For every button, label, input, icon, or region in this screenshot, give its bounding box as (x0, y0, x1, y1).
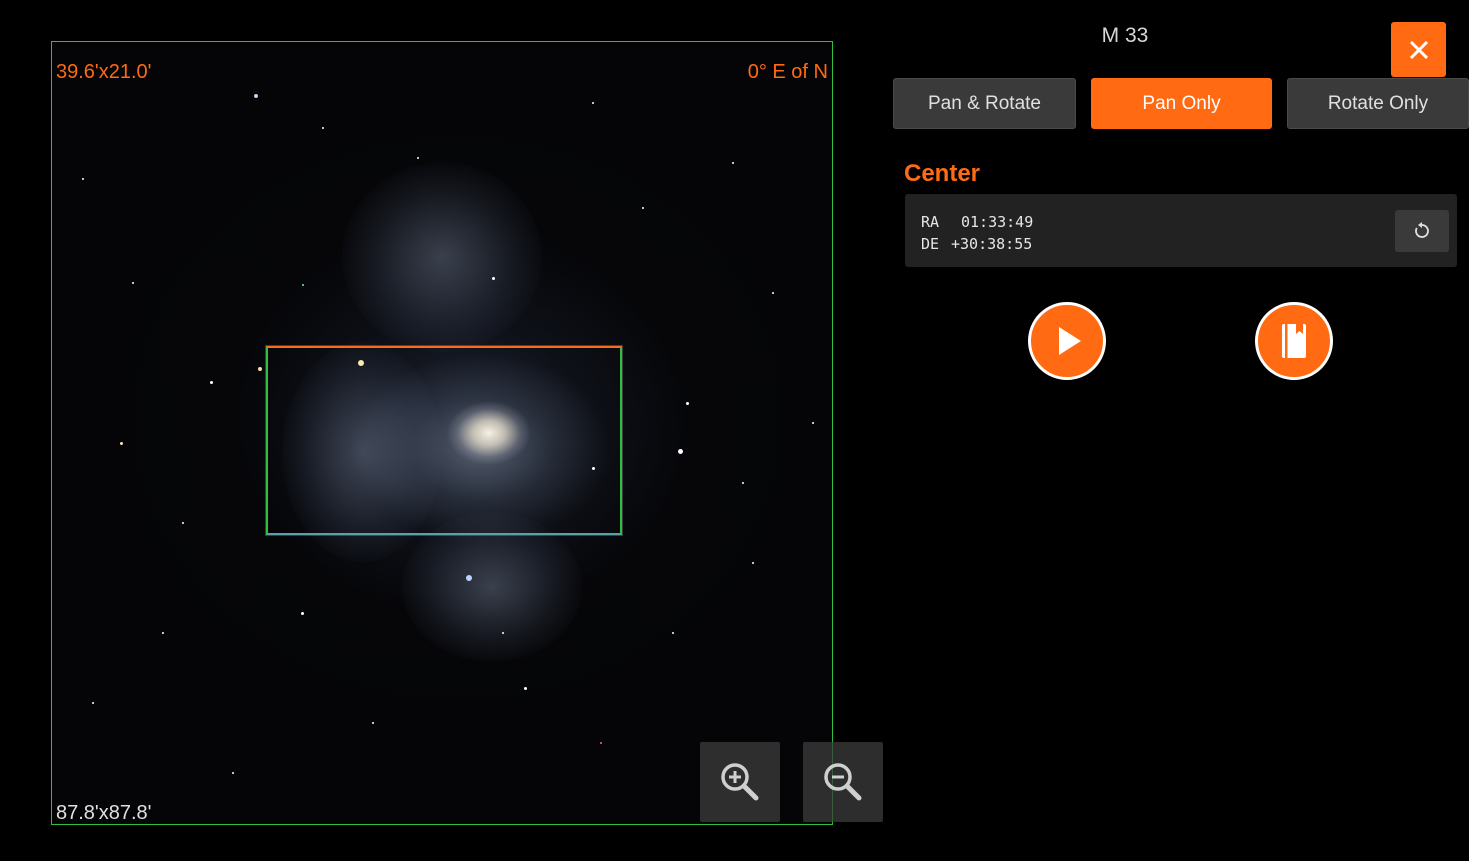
star (732, 162, 734, 164)
star (210, 381, 213, 384)
star (600, 742, 602, 744)
play-icon (1059, 327, 1081, 355)
star (492, 277, 495, 280)
close-icon (1409, 40, 1428, 59)
star (82, 178, 84, 180)
star (524, 687, 527, 690)
star (232, 772, 234, 774)
camera-fov-frame[interactable] (266, 346, 622, 535)
star (182, 522, 184, 524)
ra-label: RA (921, 213, 940, 231)
galaxy-arm (342, 162, 542, 352)
zoom-in-icon (721, 763, 759, 801)
star (258, 367, 262, 371)
star (502, 632, 504, 634)
star (752, 562, 754, 564)
star (132, 282, 134, 284)
star (466, 575, 472, 581)
fov-size-label: 39.6'x21.0' (56, 61, 152, 83)
star (642, 207, 644, 209)
star (372, 722, 374, 724)
star (302, 284, 304, 286)
object-title: M 33 (1101, 24, 1149, 47)
star (322, 127, 324, 129)
rotate-only-button[interactable]: Rotate Only (1287, 78, 1469, 129)
star (254, 94, 258, 98)
image-size-label: 87.8'x87.8' (56, 802, 152, 824)
star (592, 102, 594, 104)
pan-rotate-button[interactable]: Pan & Rotate (893, 78, 1076, 129)
reset-center-button[interactable] (1395, 210, 1449, 252)
rotation-label: 0° E of N (747, 61, 828, 83)
star (301, 612, 304, 615)
de-label: DE (921, 235, 940, 253)
de-value: +30:38:55 (951, 235, 1033, 253)
star (742, 482, 744, 484)
center-section-title: Center (904, 160, 981, 187)
star (812, 422, 814, 424)
refresh-icon (1415, 222, 1429, 238)
zoom-out-icon (824, 763, 862, 801)
zoom-in-button[interactable] (700, 742, 780, 822)
pan-only-button[interactable]: Pan Only (1091, 78, 1272, 129)
sky-image-viewer[interactable]: 39.6'x21.0' 0° E of N 87.8'x87.8' (51, 41, 833, 825)
zoom-out-button[interactable] (803, 742, 883, 822)
star (162, 632, 164, 634)
star (92, 702, 94, 704)
center-coordinates-panel: RA 01:33:49 DE +30:38:55 (905, 194, 1457, 267)
star (678, 449, 683, 454)
play-button[interactable] (1028, 302, 1106, 380)
notebook-icon (1282, 324, 1306, 358)
notebook-button[interactable] (1255, 302, 1333, 380)
star (772, 292, 774, 294)
star (672, 632, 674, 634)
close-button[interactable] (1391, 22, 1446, 77)
star (686, 402, 689, 405)
ra-value: 01:33:49 (961, 213, 1034, 231)
star (417, 157, 419, 159)
star (120, 442, 123, 445)
